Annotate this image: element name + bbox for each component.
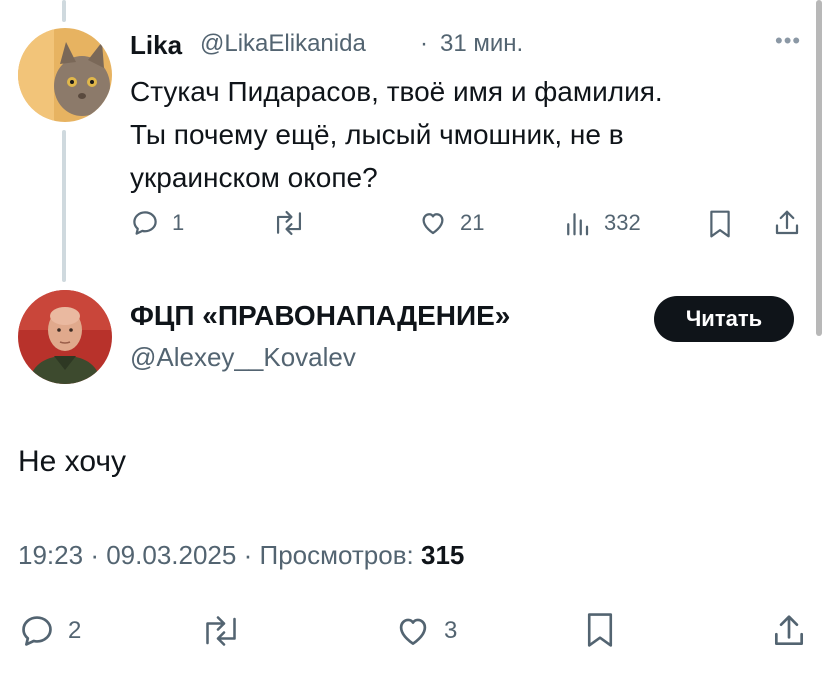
share-icon	[774, 615, 804, 646]
tweet-meta: 19:23 · 09.03.2025 · Просмотров: 315	[18, 540, 464, 571]
like-count: 21	[460, 210, 485, 235]
scrollbar[interactable]	[816, 0, 822, 336]
tweet-time[interactable]: 19:23	[18, 540, 83, 570]
retweet-button[interactable]	[200, 612, 242, 650]
retweet-icon	[276, 210, 302, 236]
views-count: 332	[604, 210, 641, 235]
timestamp[interactable]: 31 мин.	[440, 30, 523, 58]
like-button[interactable]: 21	[418, 208, 484, 238]
retweet-icon	[206, 616, 236, 646]
like-count: 3	[444, 617, 458, 644]
bookmark-button[interactable]	[706, 208, 734, 240]
more-horizontal-icon[interactable]: •••	[775, 28, 801, 54]
user-handle[interactable]: @Alexey__Kovalev	[130, 342, 356, 373]
share-button[interactable]	[770, 612, 808, 650]
profile-photo	[18, 290, 112, 384]
tweet-text: Не хочу	[18, 445, 127, 478]
avatar[interactable]	[18, 28, 112, 122]
share-icon	[775, 210, 799, 235]
display-name[interactable]: Lika	[130, 30, 182, 61]
separator-dot: ·	[243, 540, 253, 570]
bookmark-icon	[710, 210, 730, 238]
bookmark-icon	[587, 613, 613, 647]
bookmark-button[interactable]	[582, 610, 618, 650]
tweet-text-line: украинском окопе?	[130, 162, 378, 193]
follow-button[interactable]: Читать	[654, 296, 794, 342]
avatar[interactable]	[18, 290, 112, 384]
share-button[interactable]	[772, 208, 802, 238]
thread-line	[62, 130, 66, 282]
views-label: Просмотров:	[259, 540, 414, 570]
tweet-text-line: Стукач Пидарасов, твоё имя и фамилия.	[130, 76, 663, 107]
cat-avatar-image	[18, 28, 112, 122]
like-button[interactable]: 3	[394, 612, 457, 650]
tweet-date[interactable]: 09.03.2025	[106, 540, 236, 570]
tweet-text: Стукач Пидарасов, твоё имя и фамилия. Ты…	[130, 70, 780, 199]
reply-button[interactable]: 1	[130, 208, 184, 238]
views-count: 315	[420, 540, 465, 570]
reply-icon	[133, 211, 157, 235]
reply-icon	[22, 616, 52, 646]
tweet-text-line: Ты почему ещё, лысый чмошник, не в	[130, 119, 624, 150]
reply-button[interactable]: 2	[18, 612, 81, 650]
display-name[interactable]: ФЦП «ПРАВОНАПАДЕНИЕ»	[130, 300, 510, 332]
heart-icon	[399, 618, 427, 646]
user-handle[interactable]: @LikaElikanida	[200, 30, 366, 58]
separator-dot: ·	[420, 30, 428, 57]
views-button[interactable]: 332	[562, 208, 641, 238]
retweet-button[interactable]	[272, 208, 306, 238]
analytics-icon	[567, 213, 589, 236]
reply-count: 1	[172, 210, 185, 235]
heart-icon	[422, 213, 444, 235]
reply-count: 2	[68, 617, 82, 644]
separator-dot: ·	[90, 540, 99, 570]
thread-line-top	[62, 0, 66, 22]
